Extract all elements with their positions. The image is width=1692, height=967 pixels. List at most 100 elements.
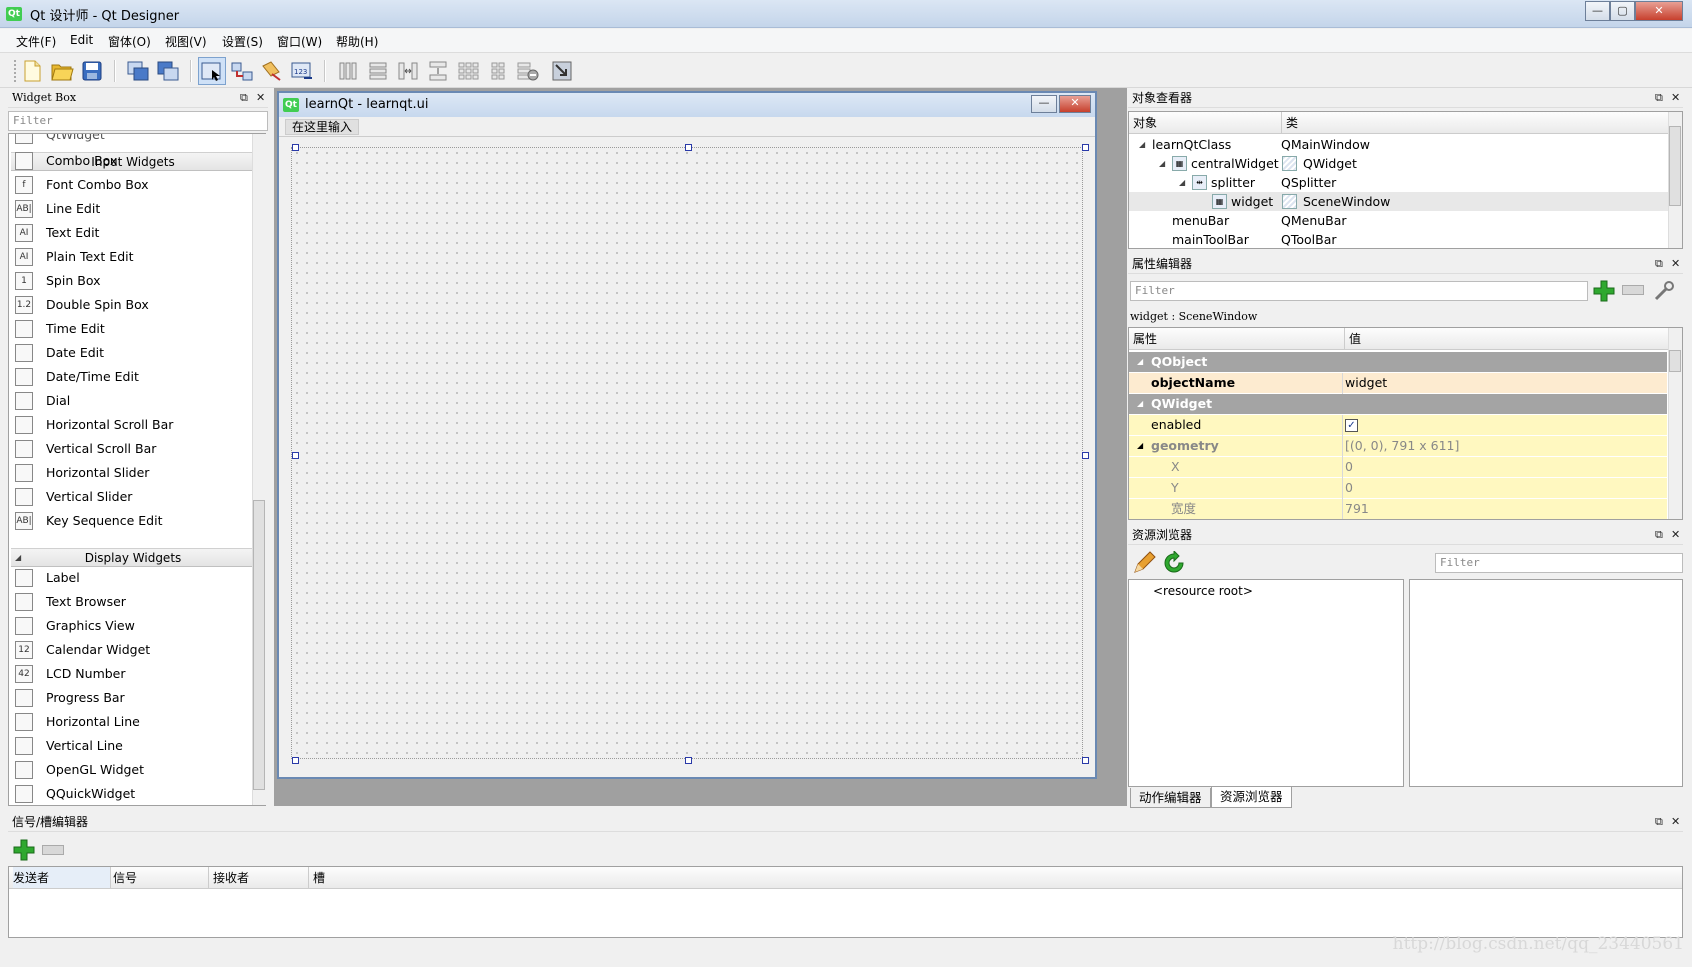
close-dock-icon[interactable]: ✕ [256,88,265,108]
widget-item-line-edit[interactable]: AB| Line Edit [13,198,253,220]
close-button[interactable]: ✕ [1635,1,1683,21]
add-connection-icon[interactable] [12,838,36,862]
menu-window[interactable]: 窗口(W) [277,33,322,50]
header-value[interactable]: 值 [1344,328,1361,350]
close-dock-icon[interactable]: ✕ [1671,254,1680,274]
list-item[interactable]: QtWidget [13,134,253,146]
header-receiver[interactable]: 接收者 [213,867,309,889]
send-to-back-icon[interactable] [154,57,182,85]
widget-item-plain-text-edit[interactable]: AI Plain Text Edit [13,246,253,268]
layout-vertical-icon[interactable] [364,57,392,85]
scrollbar-thumb[interactable] [1669,126,1681,206]
property-row-x[interactable]: X 0 [1129,457,1667,478]
property-group-qobject[interactable]: ◢ QObject [1129,352,1667,373]
widget-item-date-time-edit[interactable]: Date/Time Edit [13,366,253,388]
widget-item-spin-box[interactable]: 1 Spin Box [13,270,253,292]
selection-handle[interactable] [1082,452,1089,459]
collapse-arrow-icon[interactable]: ◢ [1137,436,1143,456]
header-object[interactable]: 对象 [1133,116,1157,130]
float-dock-icon[interactable]: ⧉ [1655,812,1663,832]
break-layout-icon[interactable] [514,57,542,85]
reload-icon[interactable] [1162,549,1186,575]
new-file-icon[interactable] [18,57,46,85]
selection-handle[interactable] [685,144,692,151]
widget-item-graphics-view[interactable]: Graphics View [13,615,253,637]
adjust-size-icon[interactable] [548,57,576,85]
tree-row[interactable]: ◢ learnQtClass QMainWindow [1129,135,1669,154]
widget-item-label[interactable]: Label [13,567,253,589]
minimize-button[interactable]: — [1585,1,1610,21]
property-row-objectname[interactable]: objectName widget [1129,373,1667,394]
collapse-arrow-icon[interactable]: ◢ [1179,173,1185,192]
open-folder-icon[interactable] [48,57,76,85]
header-slot[interactable]: 槽 [313,867,325,889]
property-row-width[interactable]: 宽度 791 [1129,499,1667,519]
layout-horizontal-icon[interactable] [334,57,362,85]
property-row-y[interactable]: Y 0 [1129,478,1667,499]
edit-resources-pencil-icon[interactable] [1132,551,1156,575]
selection-handle[interactable] [1082,757,1089,764]
tree-row[interactable]: mainToolBar QToolBar [1129,230,1669,249]
menu-view[interactable]: 视图(V) [165,33,207,50]
selection-handle[interactable] [685,757,692,764]
menu-form[interactable]: 窗体(O) [108,33,151,50]
float-dock-icon[interactable]: ⧉ [1655,254,1663,274]
property-filter-input[interactable]: Filter [1130,281,1588,301]
resource-root-item[interactable]: <resource root> [1153,584,1253,598]
tree-row[interactable]: ◢ ⇹ splitter QSplitter [1129,173,1669,192]
edit-signals-slots-icon[interactable] [228,57,256,85]
scrollbar-thumb[interactable] [1669,350,1681,372]
central-widget-grid[interactable] [291,147,1083,759]
widget-item-opengl-widget[interactable]: OpenGL Widget [13,759,253,781]
maximize-button[interactable]: ▢ [1610,1,1635,21]
tree-row[interactable]: menuBar QMenuBar [1129,211,1669,230]
collapse-arrow-icon[interactable]: ◢ [1139,135,1145,154]
widget-item-progress-bar[interactable]: Progress Bar [13,687,253,709]
remove-dynamic-property-icon[interactable] [1622,285,1644,295]
widget-item-vertical-slider[interactable]: Vertical Slider [13,486,253,508]
widget-item-text-edit[interactable]: AI Text Edit [13,222,253,244]
property-row-enabled[interactable]: enabled ✓ [1129,415,1667,436]
edit-tab-order-icon[interactable]: 123 [288,57,316,85]
collapse-arrow-icon[interactable]: ◢ [1159,154,1165,173]
widget-item-time-edit[interactable]: Time Edit [13,318,253,340]
property-row-geometry[interactable]: ◢ geometry [(0, 0), 791 x 611] [1129,436,1667,457]
layout-horizontal-splitter-icon[interactable] [394,57,422,85]
float-dock-icon[interactable]: ⧉ [1655,525,1663,545]
layout-form-icon[interactable] [484,57,512,85]
menu-type-here-placeholder[interactable]: 在这里输入 [285,119,360,135]
widget-item-text-browser[interactable]: Text Browser [13,591,253,613]
widget-item-horizontal-line[interactable]: Horizontal Line [13,711,253,733]
widget-box-filter-input[interactable]: Filter [8,111,268,131]
widget-item-date-edit[interactable]: Date Edit [13,342,253,364]
float-dock-icon[interactable]: ⧉ [1655,88,1663,108]
widget-item-font-combo-box[interactable]: f Font Combo Box [13,174,253,196]
widget-item-horizontal-slider[interactable]: Horizontal Slider [13,462,253,484]
scrollbar-thumb[interactable] [253,500,265,790]
menu-file[interactable]: 文件(F) [16,33,56,50]
header-sender[interactable]: 发送者 [13,867,111,888]
selection-handle[interactable] [1082,144,1089,151]
add-dynamic-property-icon[interactable] [1592,279,1618,303]
save-icon[interactable] [78,57,106,85]
selection-handle[interactable] [292,757,299,764]
resource-filter-input[interactable]: Filter [1435,553,1683,573]
tab-action-editor[interactable]: 动作编辑器 [1130,788,1211,808]
form-minimize-button[interactable]: — [1031,95,1057,113]
remove-connection-icon[interactable] [42,845,64,855]
property-group-qwidget[interactable]: ◢ QWidget [1129,394,1667,415]
tree-row[interactable]: ◢ ▦ centralWidget QWidget [1129,154,1669,173]
edit-buddies-icon[interactable] [258,57,286,85]
menu-help[interactable]: 帮助(H) [336,33,378,50]
enabled-checkbox[interactable]: ✓ [1345,419,1358,432]
layout-grid-icon[interactable] [454,57,482,85]
layout-vertical-splitter-icon[interactable] [424,57,452,85]
close-dock-icon[interactable]: ✕ [1671,88,1680,108]
widget-item-horizontal-scroll-bar[interactable]: Horizontal Scroll Bar [13,414,253,436]
widget-item-vertical-scroll-bar[interactable]: Vertical Scroll Bar [13,438,253,460]
header-property[interactable]: 属性 [1133,332,1157,346]
selection-handle[interactable] [292,452,299,459]
menu-edit[interactable]: Edit [70,33,93,47]
menu-settings[interactable]: 设置(S) [222,33,263,50]
category-display-widgets[interactable]: ◢ Display Widgets [11,548,255,567]
